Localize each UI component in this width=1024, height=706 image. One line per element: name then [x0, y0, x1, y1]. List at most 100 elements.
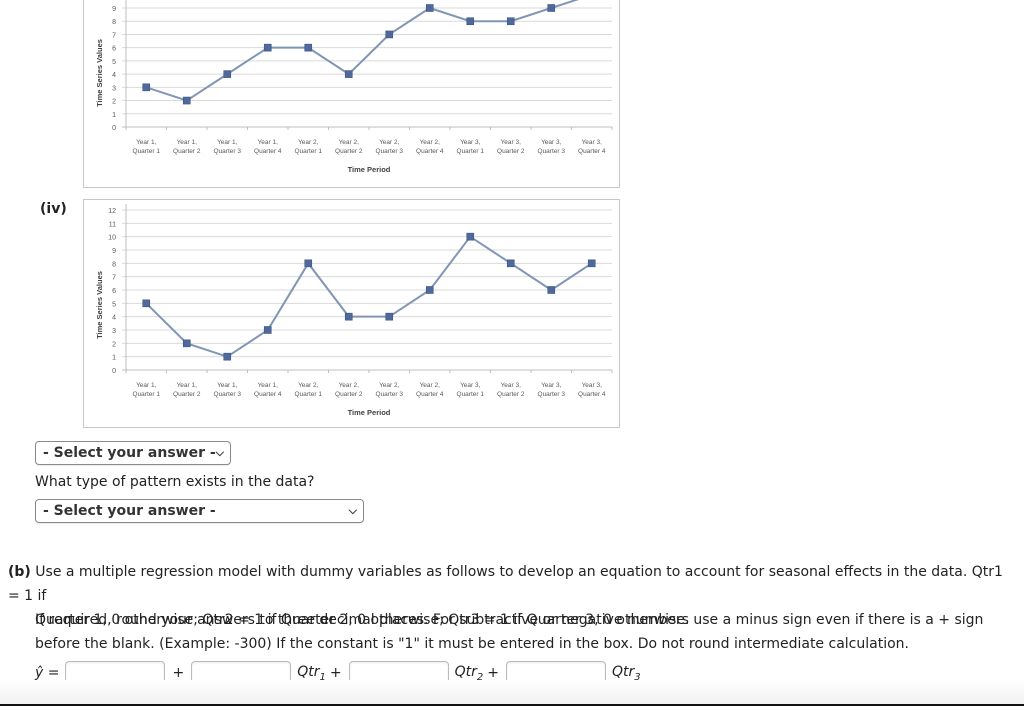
chart-1-svg: 0 1 2 3 4 5 6 7 8 9 Year 1, Quarter 1 Year 1, Quarter…: [95, 0, 613, 174]
chart-2: 0 1 2 3 4 5 6 7 8 9 10 11 12 Year 1, Quarter 1 Year 1, Q…: [83, 199, 620, 428]
x-tick-label: Quarter 1: [295, 148, 323, 155]
x-tick-label: Year 3,: [541, 139, 562, 146]
x-tick-label: Year 3,: [582, 139, 603, 146]
data-point: [587, 259, 596, 268]
x-tick-label: Quarter 2: [173, 391, 201, 398]
x-tick-label: Year 2,: [420, 139, 441, 146]
data-point: [385, 30, 394, 39]
chart-2-svg: 0123456789101112Year 1,Quarter 1Year 1,Q…: [95, 204, 613, 417]
plus-sign: +: [487, 665, 499, 681]
data-point: [344, 70, 353, 78]
x-tick-label: Year 3,: [541, 382, 562, 389]
data-point: [344, 312, 353, 321]
data-point: [466, 232, 475, 241]
part-iv-label: (iv): [40, 201, 67, 217]
y-tick-label: 1: [112, 355, 116, 362]
y-tick-label: 8: [112, 261, 116, 268]
x-tick-label: Quarter 2: [173, 148, 201, 155]
data-point: [182, 96, 191, 105]
y-tick-label: 0: [112, 125, 116, 132]
series-line: [145, 0, 579, 102]
answer-select-1[interactable]: - Select your answer - ⌵: [35, 441, 231, 465]
data-point: [506, 17, 515, 26]
qtr1-var-base: Qtr: [297, 663, 320, 680]
x-tick-label: Quarter 1: [133, 148, 161, 155]
x-tick-label: Year 1,: [217, 139, 238, 146]
y-tick-label: 5: [112, 59, 116, 66]
chart-1: 0 1 2 3 4 5 6 7 8 9 Year 1, Quarter 1 Year 1, Quarter…: [83, 0, 620, 188]
y-tick-label: 4: [112, 315, 116, 322]
select-1-value: - Select your answer -: [43, 445, 216, 461]
chevron-down-icon: ⌵: [348, 504, 357, 517]
x-tick-label: Year 1,: [177, 382, 198, 389]
y-tick-label: 8: [112, 19, 116, 26]
data-point: [425, 4, 434, 12]
data-point: [263, 43, 272, 52]
y-tick-label: 6: [112, 288, 116, 295]
x-tick-label: Quarter 4: [578, 148, 606, 155]
y-tick-label: 7: [112, 32, 116, 39]
rounding-note: If required, round your answers to three…: [35, 612, 984, 652]
data-point: [263, 326, 272, 334]
x-tick-label: Year 2,: [339, 382, 360, 389]
data-point: [182, 339, 191, 348]
x-tick-label: Year 1,: [258, 139, 279, 146]
y-tick-label: 7: [112, 275, 116, 282]
y-tick-label: 2: [112, 99, 116, 106]
x-tick-label: Quarter 2: [335, 148, 363, 155]
data-point: [506, 259, 515, 268]
y-axis-title: Time Series Values: [95, 271, 104, 339]
y-tick-label: 3: [112, 328, 116, 335]
y-tick-label: 10: [108, 235, 116, 242]
data-point: [304, 259, 313, 268]
data-point: [547, 4, 556, 12]
pattern-type-select[interactable]: - Select your answer - ⌵: [35, 499, 364, 523]
x-tick-label: Year 2,: [298, 382, 319, 389]
x-tick-label: Year 1,: [136, 139, 157, 146]
x-tick-label: Quarter 1: [457, 391, 485, 398]
x-tick-label: Quarter 3: [214, 148, 242, 155]
y-axis-title: Time Series Values: [95, 39, 104, 107]
x-tick-label: Year 2,: [379, 139, 400, 146]
x-tick-label: Quarter 2: [335, 391, 363, 398]
qtr2-var-base: Qtr: [454, 663, 477, 680]
x-axis-title: Time Period: [348, 165, 391, 174]
x-tick-label: Year 1,: [136, 382, 157, 389]
x-tick-label: Quarter 4: [416, 391, 444, 398]
y-tick-label: 9: [112, 6, 116, 13]
data-point: [385, 312, 394, 321]
x-tick-label: Year 2,: [420, 382, 441, 389]
series-line: [145, 235, 593, 358]
chevron-down-icon: ⌵: [215, 446, 224, 459]
x-tick-label: Quarter 2: [497, 391, 525, 398]
x-tick-label: Year 2,: [298, 139, 319, 146]
data-point: [223, 70, 232, 78]
x-tick-label: Year 2,: [339, 139, 360, 146]
y-tick-label: 2: [112, 341, 116, 348]
x-tick-label: Quarter 3: [538, 148, 566, 155]
y-tick-label: 5: [112, 301, 116, 308]
data-point: [425, 286, 434, 294]
plus-sign: +: [329, 665, 342, 681]
y-hat-label: ŷ =: [35, 665, 60, 681]
x-tick-label: Quarter 3: [214, 391, 242, 398]
x-tick-label: Year 2,: [379, 382, 400, 389]
data-point: [547, 286, 556, 294]
bottom-bar: [0, 680, 1024, 704]
y-tick-label: 12: [108, 208, 116, 215]
x-axis-title: Time Period: [348, 408, 391, 417]
select-2-value: - Select your answer -: [43, 503, 216, 519]
y-tick-label: 3: [112, 85, 116, 92]
y-tick-label: 9: [112, 248, 116, 255]
data-point: [142, 83, 151, 92]
x-tick-label: Year 3,: [501, 139, 522, 146]
x-tick-label: Year 1,: [177, 139, 198, 146]
x-tick-label: Quarter 4: [416, 148, 444, 155]
x-tick-label: Quarter 4: [254, 148, 282, 155]
y-tick-label: 4: [112, 72, 116, 79]
x-tick-label: Quarter 3: [376, 391, 404, 398]
y-tick-label: 0: [112, 368, 116, 375]
y-tick-label: 11: [109, 221, 116, 228]
x-tick-label: Year 3,: [501, 382, 522, 389]
x-tick-label: Year 1,: [258, 382, 279, 389]
